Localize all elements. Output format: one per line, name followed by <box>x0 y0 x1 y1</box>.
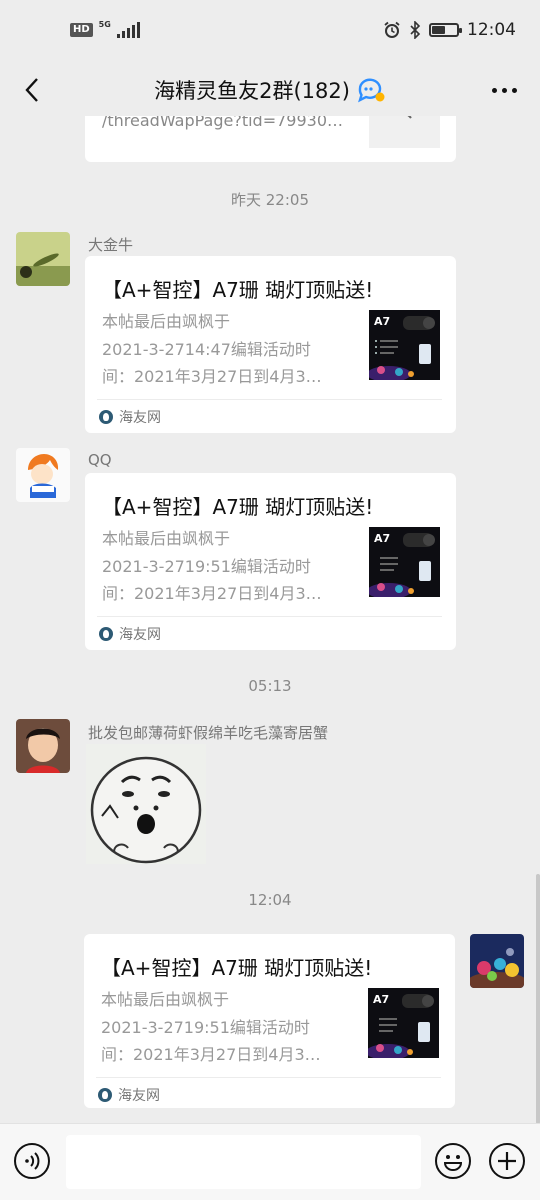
chevron-left-icon <box>25 78 38 102</box>
emoji-icon <box>443 1155 463 1171</box>
hd-badge: HD <box>70 23 93 37</box>
card-desc-line: 间：2021年3月27日到4月3… <box>102 367 322 386</box>
signal-icon <box>116 22 140 38</box>
avatar[interactable] <box>16 232 70 286</box>
card-title: 【A+智控】A7珊 瑚灯顶贴送! <box>101 956 373 980</box>
card-desc-line: 间：2021年3月27日到4月3… <box>102 584 322 603</box>
source-logo-icon <box>98 1088 112 1102</box>
avatar[interactable] <box>470 934 524 988</box>
clock: 12:04 <box>467 20 516 40</box>
more-dot <box>501 87 507 93</box>
more-dot <box>491 87 497 93</box>
avatar[interactable] <box>16 719 70 773</box>
card-desc-line: 本帖最后由飒枫于 <box>102 312 231 331</box>
card-desc-line: 本帖最后由飒枫于 <box>102 529 231 548</box>
card-desc-line: 2021-3-2714:47编辑活动时 <box>102 339 311 359</box>
card-source: 海友网 <box>99 624 161 644</box>
sender-name: 大金牛 <box>88 236 134 254</box>
card-divider <box>97 616 442 617</box>
avatar[interactable] <box>16 448 70 502</box>
sender-name: 批发包邮薄荷虾假绵羊吃毛藻寄居蟹 <box>88 724 329 742</box>
plus-icon <box>498 1152 516 1170</box>
timestamp: 05:13 <box>248 677 292 695</box>
card-source: 海友网 <box>98 1085 160 1105</box>
back-button[interactable] <box>14 72 50 108</box>
sticker-image[interactable] <box>86 744 206 864</box>
network-label: 5G <box>98 20 111 29</box>
card-description: 本帖最后由飒枫于 2021-3-2714:47编辑活动时 间：2021年3月27… <box>102 308 352 391</box>
input-bar <box>0 1123 540 1200</box>
voice-button[interactable] <box>14 1143 50 1179</box>
card-description: 本帖最后由飒枫于 2021-3-2719:51编辑活动时 间：2021年3月27… <box>101 986 351 1069</box>
link-card-sent[interactable]: 【A+智控】A7珊 瑚灯顶贴送! 本帖最后由飒枫于 2021-3-2719:51… <box>84 934 455 1108</box>
status-right: 12:04 <box>383 20 516 40</box>
link-card-url: /threadWapPage?tid=79930… <box>102 116 343 130</box>
emoji-button[interactable] <box>435 1143 471 1179</box>
title-group: 海精灵鱼友2群(182) <box>154 75 386 105</box>
source-logo-icon <box>99 410 113 424</box>
card-thumbnail: A7 <box>369 310 440 380</box>
sender-name: QQ <box>88 451 112 469</box>
card-thumbnail: A7 <box>369 527 440 597</box>
message-list[interactable]: /threadWapPage?tid=79930… 昨天 22:05 大金牛 【… <box>0 116 540 1123</box>
battery-fill <box>432 26 446 34</box>
battery-icon <box>429 23 462 37</box>
card-thumbnail: A7 <box>368 988 439 1058</box>
status-bar: HD 5G 12:04 <box>0 0 540 64</box>
source-logo-icon <box>99 627 113 641</box>
bluetooth-icon <box>410 21 421 39</box>
source-name: 海友网 <box>118 1088 160 1104</box>
card-divider <box>96 1077 441 1078</box>
link-card[interactable]: 【A+智控】A7珊 瑚灯顶贴送! 本帖最后由飒枫于 2021-3-2714:47… <box>85 256 456 433</box>
chat-bubble-icon <box>357 78 385 103</box>
voice-icon <box>25 1152 40 1170</box>
thumb-label: A7 <box>373 993 389 1006</box>
more-button[interactable] <box>488 76 520 104</box>
link-card[interactable]: 【A+智控】A7珊 瑚灯顶贴送! 本帖最后由飒枫于 2021-3-2719:51… <box>85 473 456 650</box>
source-name: 海友网 <box>119 410 161 426</box>
alarm-icon <box>384 21 400 38</box>
timestamp: 12:04 <box>248 891 292 909</box>
card-source: 海友网 <box>99 407 161 427</box>
timestamp: 昨天 22:05 <box>231 191 309 209</box>
chat-header: 海精灵鱼友2群(182) <box>0 64 540 116</box>
card-title: 【A+智控】A7珊 瑚灯顶贴送! <box>102 278 374 302</box>
thumb-label: A7 <box>374 532 390 545</box>
card-desc-line: 2021-3-2719:51编辑活动时 <box>102 556 311 576</box>
plus-button[interactable] <box>489 1143 525 1179</box>
link-card-thumbnail <box>369 116 440 148</box>
card-divider <box>97 399 442 400</box>
thumb-label: A7 <box>374 315 390 328</box>
link-card-partial[interactable]: /threadWapPage?tid=79930… <box>85 116 456 162</box>
card-desc-line: 间：2021年3月27日到4月3… <box>101 1045 321 1064</box>
card-description: 本帖最后由飒枫于 2021-3-2719:51编辑活动时 间：2021年3月27… <box>102 525 352 608</box>
more-dot <box>511 87 517 93</box>
card-desc-line: 2021-3-2719:51编辑活动时 <box>101 1017 310 1037</box>
card-desc-line: 本帖最后由飒枫于 <box>101 990 230 1009</box>
source-name: 海友网 <box>119 627 161 643</box>
message-input[interactable] <box>66 1135 421 1189</box>
scrollbar[interactable] <box>536 874 540 1123</box>
card-title: 【A+智控】A7珊 瑚灯顶贴送! <box>102 495 374 519</box>
status-left: HD 5G <box>70 20 140 38</box>
chat-title: 海精灵鱼友2群(182) <box>154 79 350 103</box>
